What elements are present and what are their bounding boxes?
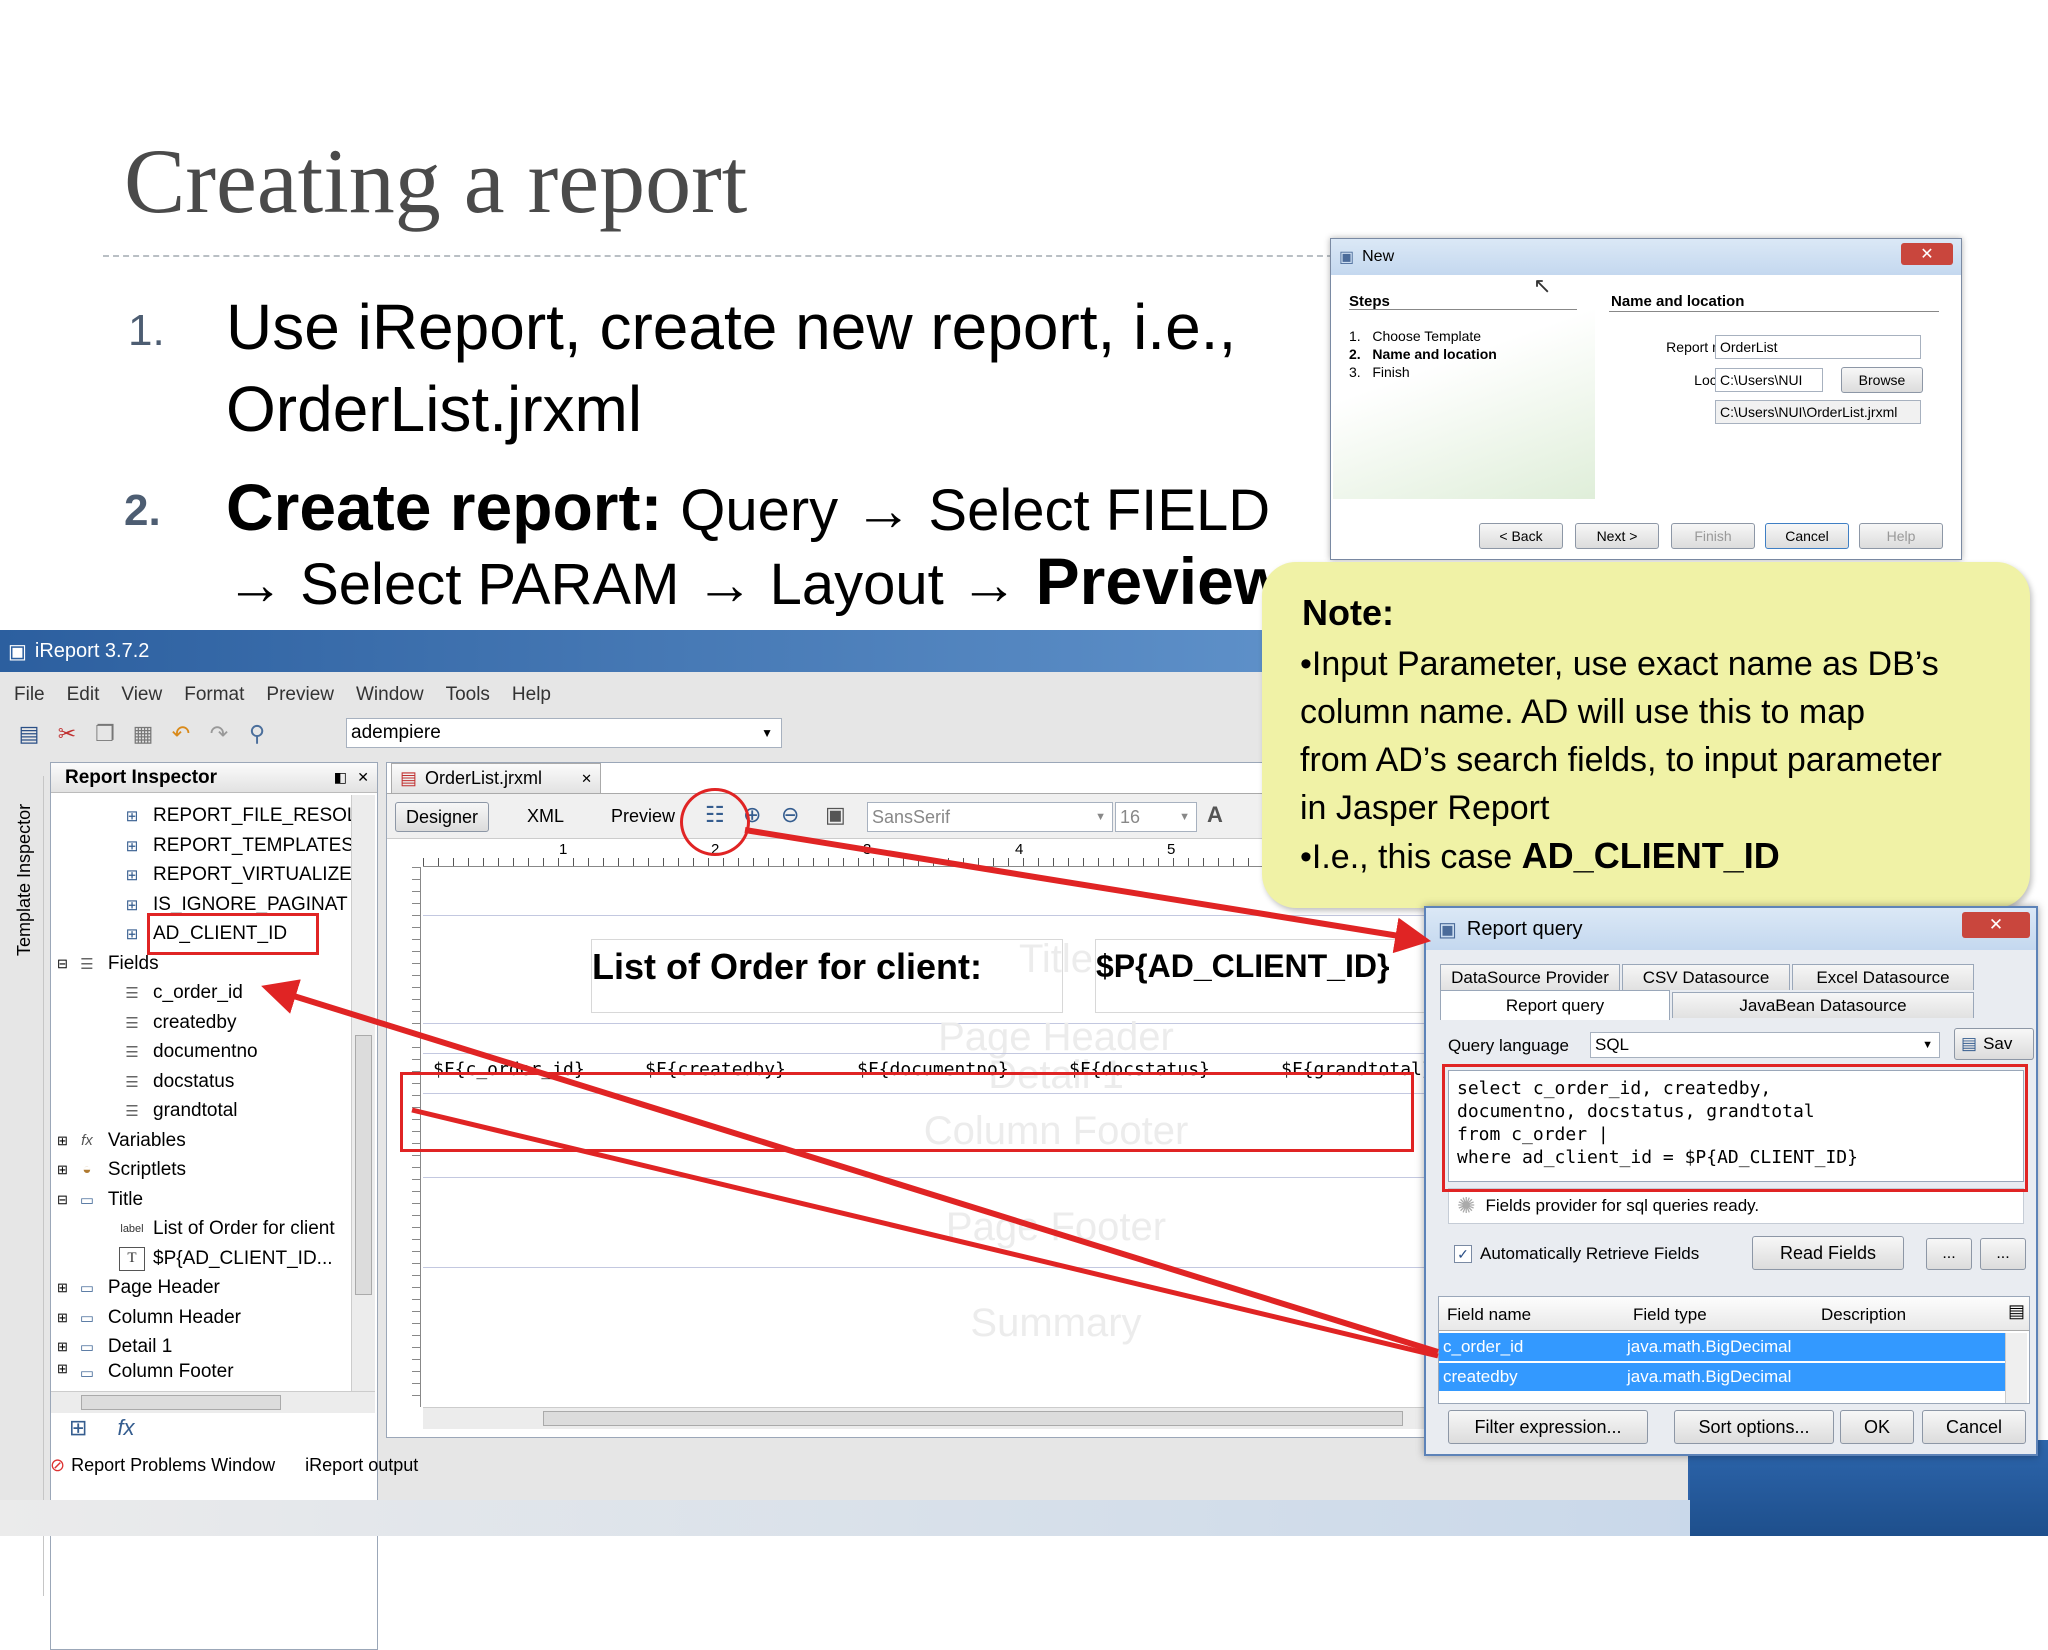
annotation-arrows	[261, 827, 1439, 1359]
arrow-to-detail-row	[411, 1107, 1439, 1359]
arrow-to-fields	[261, 979, 1439, 1355]
arrow-to-query-dialog	[744, 827, 1432, 954]
